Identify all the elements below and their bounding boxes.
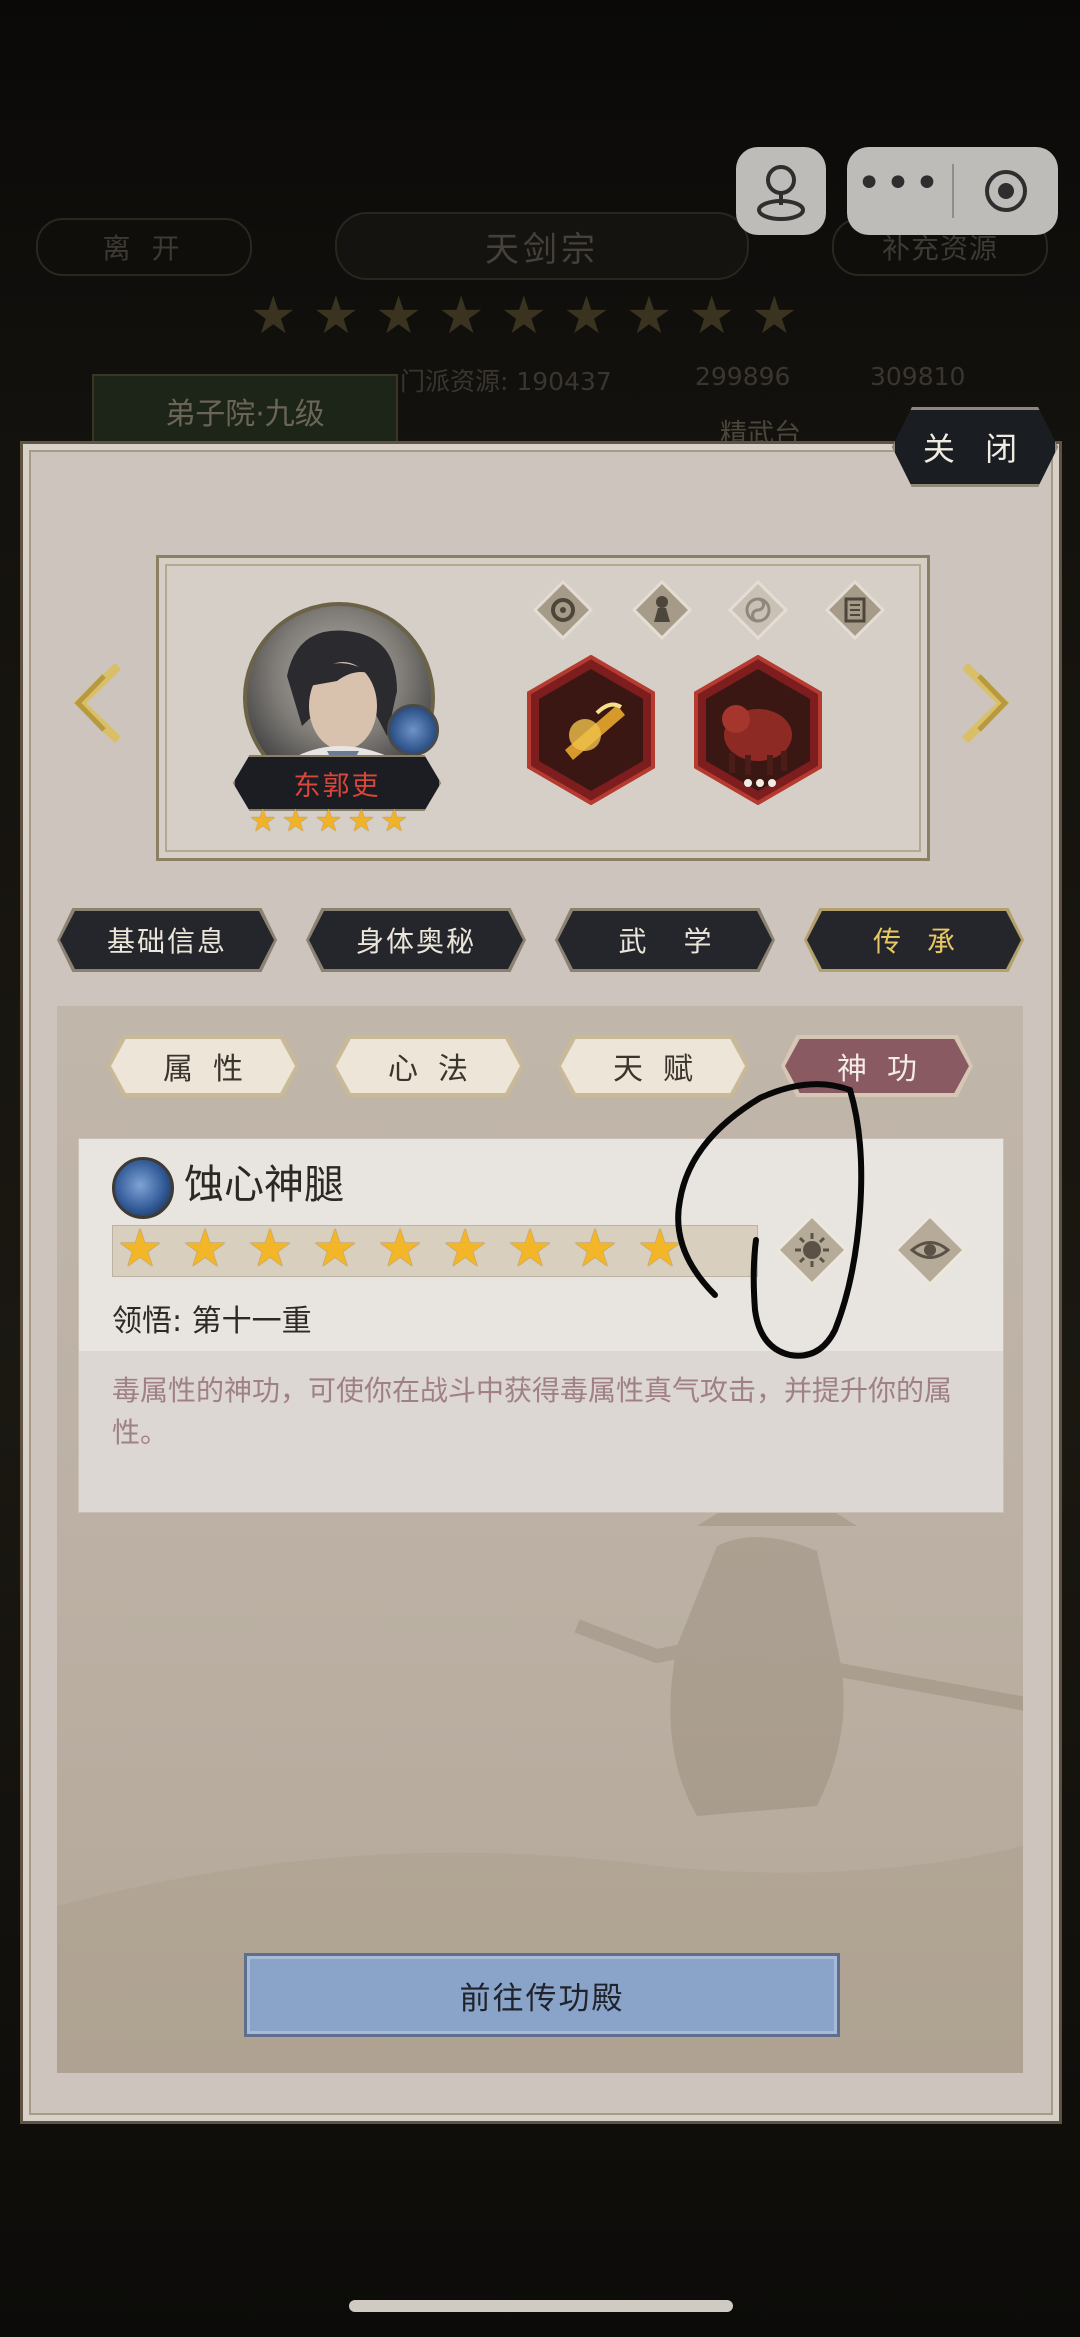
tab-body-secrets[interactable]: 身体奥秘 [309,911,523,969]
sect-star: ★ [500,286,548,346]
skill-star: ★ [441,1219,489,1279]
mount-slot-icon[interactable] [692,655,824,805]
profile-capsule-button[interactable] [736,147,826,235]
sect-star: ★ [250,286,297,346]
sect-star: ★ [751,286,798,346]
skill-star: ★ [116,1219,164,1279]
close-button[interactable]: 关 闭 [892,407,1058,487]
tab-basic-info[interactable]: 基础信息 [60,911,274,969]
hero-star: ★ [314,803,343,839]
skill-realm-level: 领悟: 第十一重 [112,1304,312,1339]
skill-star: ★ [376,1219,424,1279]
sub-tab-mind-method[interactable]: 心法 [336,1039,520,1093]
pawn-icon[interactable] [632,580,692,640]
hero-star: ★ [347,803,376,839]
leave-button: 离 开 [36,218,252,276]
next-hero-arrow-icon[interactable] [955,658,1015,748]
tab-inheritance[interactable]: 传承 [807,911,1021,969]
person-icon [757,165,805,221]
skill-star: ★ [506,1219,554,1279]
skill-stars: ★ ★ ★ ★ ★ ★ ★ ★ ★ [112,1221,686,1277]
skill-star: ★ [571,1219,619,1279]
eye-preview-icon[interactable] [893,1213,967,1287]
mini-program-capsule: ••• [847,147,1058,235]
hero-star: ★ [249,803,277,839]
skill-star: ★ [246,1219,294,1279]
sect-star: ★ [625,286,673,346]
hero-stars: ★ ★ ★ ★ ★ [249,805,408,837]
previous-hero-arrow-icon[interactable] [68,658,128,748]
close-mini-program-icon[interactable] [954,166,1058,216]
sect-title: 天剑宗 [335,212,749,280]
sect-star: ★ [563,286,610,346]
yin-yang-icon[interactable] [728,580,788,640]
weapon-slot-icon[interactable] [525,655,657,805]
skill-element-icon [112,1157,174,1219]
building-tag: 弟子院·九级 [92,374,398,448]
handwritten-circle-annotation [675,1081,865,1359]
sect-star: ★ [437,286,485,346]
sub-tab-attributes[interactable]: 属性 [111,1039,295,1093]
tab-martial-arts[interactable]: 武 学 [558,911,772,969]
sect-rating-stars: ★ ★ ★ ★ ★ ★ ★ ★ ★ [250,288,798,344]
more-menu-icon[interactable]: ••• [847,162,952,206]
hero-star: ★ [281,803,310,839]
skill-star: ★ [181,1219,229,1279]
skill-description: 毒属性的神功，可使你在战斗中获得毒属性真气攻击，并提升你的属性。 [112,1374,953,1449]
sect-resource-text: 门派资源: 190437 [400,367,612,396]
hero-star: ★ [380,803,408,839]
sect-star: ★ [688,286,735,346]
skill-name: 蚀心神腿 [184,1162,344,1208]
resource-value-3: 309810 [870,362,966,391]
home-indicator[interactable] [349,2300,733,2312]
go-to-skill-hall-button[interactable]: 前往传功殿 [244,1953,840,2037]
sect-star: ★ [375,286,422,346]
element-badge-icon [387,704,439,756]
target-skill-icon[interactable] [533,580,593,640]
sect-star: ★ [312,286,360,346]
skill-star: ★ [311,1219,359,1279]
book-icon[interactable] [825,580,885,640]
resource-value-2: 299896 [695,362,791,391]
